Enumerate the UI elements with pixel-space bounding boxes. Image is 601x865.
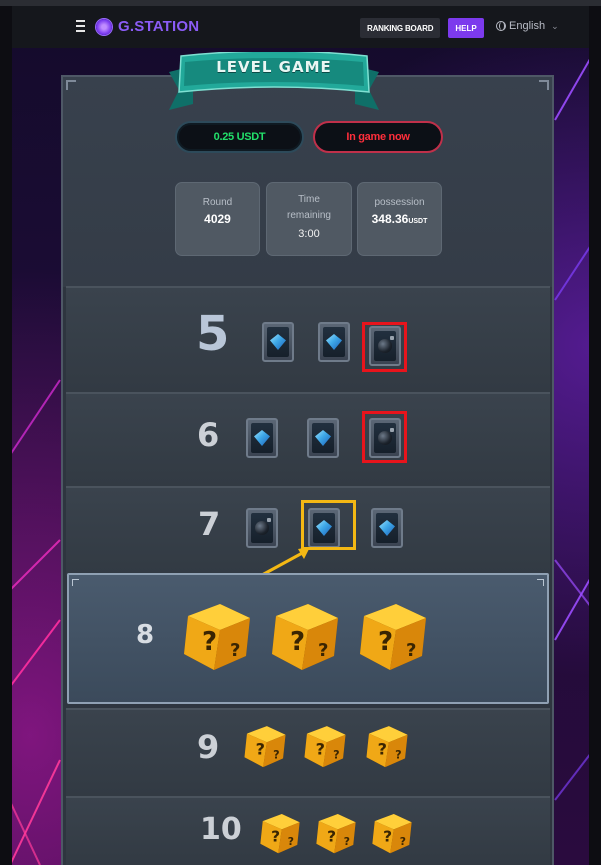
level-number: 6 bbox=[197, 416, 220, 454]
time-remaining-stat: Time remaining 3:00 bbox=[266, 182, 352, 256]
round-label: Round bbox=[202, 197, 233, 208]
svg-text:?: ? bbox=[256, 740, 265, 759]
language-label: English bbox=[509, 20, 546, 32]
possession-unit: USDT bbox=[408, 218, 428, 225]
window-frame-right bbox=[589, 0, 601, 865]
banner-title: LEVEL GAME bbox=[216, 58, 332, 76]
svg-text:?: ? bbox=[288, 835, 294, 848]
round-value: 4029 bbox=[204, 212, 231, 226]
gem-icon bbox=[326, 334, 342, 350]
svg-text:?: ? bbox=[400, 835, 406, 848]
mystery-box-icon[interactable]: ? ? bbox=[314, 810, 358, 856]
help-button[interactable]: HELP bbox=[448, 18, 484, 38]
level-number: 8 bbox=[136, 620, 155, 650]
svg-text:?: ? bbox=[318, 640, 328, 661]
tile-gem[interactable] bbox=[262, 322, 294, 362]
mystery-box-icon[interactable]: ? ? bbox=[302, 722, 348, 770]
gem-icon bbox=[379, 520, 395, 536]
logo-text: G.STATION bbox=[118, 18, 200, 35]
tile-gem[interactable] bbox=[318, 322, 350, 362]
svg-text:?: ? bbox=[406, 640, 416, 661]
logo-icon bbox=[96, 18, 112, 35]
level-game-banner: LEVEL GAME bbox=[159, 50, 389, 122]
hamburger-menu-icon[interactable] bbox=[76, 20, 85, 32]
mystery-box-icon[interactable]: ? ? bbox=[364, 722, 410, 770]
mystery-box-icon[interactable]: ? ? bbox=[356, 598, 430, 674]
svg-text:?: ? bbox=[383, 827, 392, 845]
tile-gem[interactable] bbox=[246, 418, 278, 458]
svg-text:?: ? bbox=[378, 740, 387, 759]
mystery-box-icon[interactable]: ? ? bbox=[370, 810, 414, 856]
bomb-icon bbox=[255, 518, 271, 535]
bomb-highlight-box bbox=[362, 322, 407, 372]
mystery-box-icon[interactable]: ? ? bbox=[180, 598, 254, 674]
svg-text:?: ? bbox=[290, 627, 305, 657]
svg-text:?: ? bbox=[202, 627, 217, 657]
gem-icon bbox=[254, 430, 270, 446]
svg-text:?: ? bbox=[344, 835, 350, 848]
language-selector[interactable]: English ⌄ bbox=[496, 20, 559, 32]
ranking-board-button[interactable]: RANKING BOARD bbox=[360, 18, 441, 38]
panel-corner-ornament bbox=[66, 80, 76, 90]
time-remaining-label: Time remaining bbox=[287, 194, 331, 221]
possession-value-wrap: 348.36USDT bbox=[358, 211, 441, 230]
gem-icon bbox=[270, 334, 286, 350]
panel-corner-ornament bbox=[539, 80, 549, 90]
level-row-10 bbox=[66, 796, 550, 865]
svg-text:?: ? bbox=[271, 827, 280, 845]
possession-value: 348.36 bbox=[371, 212, 409, 226]
level-number: 10 bbox=[200, 812, 242, 847]
possession-stat: possession 348.36USDT bbox=[357, 182, 442, 256]
tile-gem[interactable] bbox=[371, 508, 403, 548]
game-status-badge: In game now bbox=[313, 121, 443, 153]
level-row-5 bbox=[66, 286, 550, 392]
mystery-box-icon[interactable]: ? ? bbox=[268, 598, 342, 674]
svg-text:?: ? bbox=[316, 740, 325, 759]
time-remaining-value: 3:00 bbox=[298, 228, 320, 240]
tile-bomb[interactable] bbox=[246, 508, 278, 548]
level-number: 5 bbox=[196, 306, 230, 362]
round-stat: Round 4029 bbox=[175, 182, 260, 256]
site-logo[interactable]: G.STATION bbox=[96, 18, 199, 35]
mystery-box-icon[interactable]: ? ? bbox=[242, 722, 288, 770]
bomb-highlight-box bbox=[362, 411, 407, 463]
mystery-box-icon[interactable]: ? ? bbox=[258, 810, 302, 856]
svg-text:?: ? bbox=[230, 640, 240, 661]
chevron-down-icon: ⌄ bbox=[551, 20, 559, 31]
svg-text:?: ? bbox=[273, 748, 279, 761]
possession-label: possession bbox=[374, 197, 425, 208]
level-number: 9 bbox=[197, 728, 220, 766]
top-navbar: G.STATION RANKING BOARD HELP English ⌄ bbox=[12, 6, 589, 48]
level-number: 7 bbox=[198, 505, 221, 543]
window-frame-left bbox=[0, 0, 12, 865]
svg-text:?: ? bbox=[378, 627, 393, 657]
svg-text:?: ? bbox=[327, 827, 336, 845]
svg-text:?: ? bbox=[395, 748, 401, 761]
svg-text:?: ? bbox=[333, 748, 339, 761]
globe-icon bbox=[496, 21, 506, 31]
entry-price-badge: 0.25 USDT bbox=[175, 121, 304, 153]
tile-gem[interactable] bbox=[307, 418, 339, 458]
gem-icon bbox=[315, 430, 331, 446]
